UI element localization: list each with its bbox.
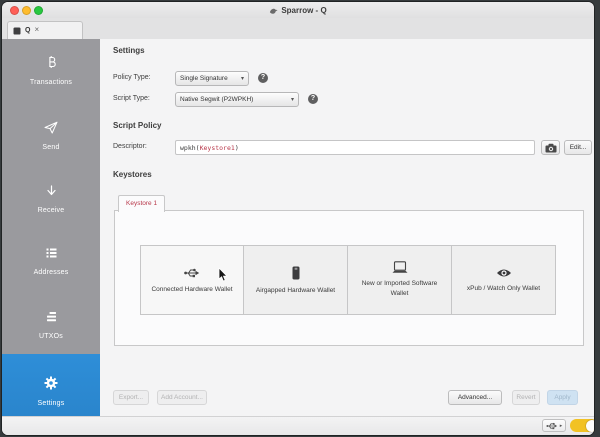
script-policy-heading: Script Policy: [113, 121, 162, 130]
keystore-tab[interactable]: Keystore 1: [118, 195, 166, 212]
wallet-option-label: New or Imported Software Wallet: [361, 280, 438, 297]
network-toggle[interactable]: [570, 419, 594, 432]
descriptor-keystore-name: Keystore1: [199, 143, 235, 152]
sidebar-item-label: Addresses: [33, 269, 69, 276]
chevron-down-icon: ▾: [240, 76, 244, 82]
descriptor-field[interactable]: wpkh(Keystore1): [175, 140, 535, 155]
script-type-help-icon[interactable]: ?: [308, 94, 318, 104]
wallet-option-label: xPub / Watch Only Wallet: [466, 284, 541, 292]
descriptor-edit-button[interactable]: Edit...: [564, 140, 592, 155]
usb-menu-caret-icon: ▸: [559, 422, 563, 429]
sidebar-item-receive[interactable]: Receive: [2, 185, 100, 217]
mouse-cursor: [218, 268, 228, 282]
usb-icon: [546, 422, 557, 429]
script-type-value: Native Segwit (P2WPKH): [180, 96, 254, 103]
chevron-down-icon: ▾: [290, 97, 294, 103]
tab-close-icon[interactable]: ×: [34, 26, 39, 34]
descriptor-suffix: ): [234, 143, 239, 152]
toggle-knob: [585, 419, 594, 432]
xpub-watch-only-wallet-button[interactable]: xPub / Watch Only Wallet: [452, 245, 556, 315]
main-area: Transactions Send Receive Addresses UTXO…: [2, 39, 594, 417]
titlebar: Sparrow - Q: [2, 2, 594, 19]
script-type-dropdown[interactable]: Native Segwit (P2WPKH) ▾: [175, 92, 299, 107]
policy-type-dropdown[interactable]: Single Signature ▾: [175, 71, 249, 86]
wallet-option-label: Connected Hardware Wallet: [151, 285, 233, 293]
sidebar-item-transactions[interactable]: Transactions: [2, 55, 100, 89]
sidebar: Transactions Send Receive Addresses UTXO…: [2, 39, 100, 417]
sparrow-window: Sparrow - Q Q × Transactions Send Receiv…: [2, 2, 594, 435]
sidebar-item-label: UTXOs: [39, 333, 63, 340]
add-account-button[interactable]: Add Account...: [157, 390, 207, 405]
script-type-label: Script Type:: [113, 95, 150, 102]
keystore-tab-pane: Keystore 1 Connected Hardware Wallet Air…: [114, 195, 584, 346]
keystores-heading: Keystores: [113, 170, 152, 179]
addresses-list-icon: [46, 248, 56, 258]
window-title: Sparrow - Q: [281, 5, 327, 15]
sidebar-item-addresses[interactable]: Addresses: [2, 247, 100, 279]
policy-type-label: Policy Type:: [113, 74, 151, 81]
sparrow-logo-icon: [270, 8, 278, 14]
hardware-wallet-icon: [292, 266, 299, 280]
usb-icon: [184, 268, 200, 277]
wallet-tab-label: Q: [25, 27, 31, 34]
keystore-pane-body: Connected Hardware Wallet Airgapped Hard…: [114, 210, 584, 346]
camera-icon: [545, 143, 556, 152]
wallet-icon: [13, 27, 21, 34]
send-icon: [44, 121, 58, 134]
revert-button[interactable]: Revert: [512, 390, 540, 405]
sidebar-item-label: Send: [42, 144, 60, 151]
policy-type-value: Single Signature: [180, 75, 228, 82]
sidebar-item-label: Transactions: [29, 79, 73, 86]
gear-icon: [44, 376, 58, 390]
sidebar-item-label: Receive: [37, 207, 65, 214]
usb-device-button[interactable]: ▸: [542, 419, 566, 432]
export-button[interactable]: Export...: [113, 390, 149, 405]
descriptor-camera-button[interactable]: [541, 140, 560, 155]
airgapped-hardware-wallet-button[interactable]: Airgapped Hardware Wallet: [244, 245, 348, 315]
wallet-type-options: Connected Hardware Wallet Airgapped Hard…: [140, 245, 556, 315]
wallet-option-label: Airgapped Hardware Wallet: [255, 286, 336, 294]
descriptor-label: Descriptor:: [113, 143, 147, 150]
sidebar-item-send[interactable]: Send: [2, 121, 100, 154]
status-bar: ▸: [2, 416, 594, 435]
descriptor-prefix: wpkh(: [180, 143, 200, 152]
sidebar-item-label: Settings: [37, 400, 65, 407]
advanced-button[interactable]: Advanced...: [448, 390, 502, 405]
settings-panel: Settings Policy Type: Single Signature ▾…: [100, 39, 594, 417]
utxos-stack-icon: [46, 312, 56, 322]
settings-heading: Settings: [113, 46, 145, 55]
sidebar-item-utxos[interactable]: UTXOs: [2, 311, 100, 343]
laptop-icon: [392, 261, 407, 274]
eye-icon: [496, 269, 511, 277]
sidebar-item-settings[interactable]: Settings: [2, 354, 100, 417]
receive-arrow-icon: [46, 185, 56, 196]
apply-button[interactable]: Apply: [547, 390, 578, 405]
wallet-tab-bar: Q ×: [2, 18, 594, 40]
new-or-imported-software-wallet-button[interactable]: New or Imported Software Wallet: [348, 245, 452, 315]
bitcoin-icon: [48, 56, 56, 68]
connected-hardware-wallet-button[interactable]: Connected Hardware Wallet: [140, 245, 244, 315]
policy-type-help-icon[interactable]: ?: [258, 73, 268, 83]
wallet-tab-q[interactable]: Q ×: [7, 21, 83, 39]
